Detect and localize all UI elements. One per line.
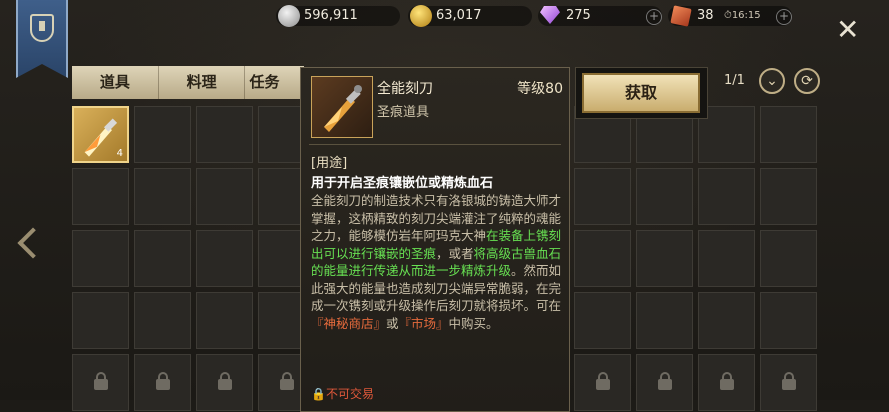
- trade-status: 🔒不可交易: [311, 387, 374, 401]
- locked-slot[interactable]: [698, 354, 755, 411]
- gold-amount: 63,017: [436, 8, 482, 23]
- inventory-slot[interactable]: [698, 292, 755, 349]
- acquire-panel: 获取: [575, 67, 708, 119]
- add-tickets-button[interactable]: +: [776, 9, 792, 25]
- inventory-slot[interactable]: [72, 292, 129, 349]
- inventory-slot[interactable]: [574, 292, 631, 349]
- locked-slot[interactable]: [196, 354, 253, 411]
- usage-header: [用途]: [311, 156, 348, 171]
- silver-coin-icon: [278, 5, 300, 27]
- market-link[interactable]: 『市场』: [399, 316, 449, 331]
- refresh-icon[interactable]: ⟳: [794, 68, 820, 94]
- acquire-button[interactable]: 获取: [582, 73, 700, 113]
- inventory-slot[interactable]: [636, 230, 693, 287]
- inventory-slot[interactable]: [698, 230, 755, 287]
- tab-cooking[interactable]: 料理: [159, 66, 246, 99]
- tab-items[interactable]: 道具: [72, 66, 159, 99]
- divider: [309, 144, 561, 145]
- close-icon[interactable]: ✕: [836, 16, 859, 44]
- silver-amount: 596,911: [304, 8, 358, 23]
- inventory-slot[interactable]: [636, 292, 693, 349]
- inventory-slot-selected[interactable]: 4: [72, 106, 129, 163]
- trade-status-label: 不可交易: [325, 387, 374, 401]
- inventory-slot[interactable]: [760, 292, 817, 349]
- inventory-slot[interactable]: [196, 168, 253, 225]
- inventory-slot[interactable]: [72, 168, 129, 225]
- inventory-slot[interactable]: [196, 106, 253, 163]
- inventory-slot[interactable]: [134, 106, 191, 163]
- inventory-slot[interactable]: [760, 106, 817, 163]
- desc-part: ，或者: [436, 245, 474, 261]
- inventory-slot[interactable]: [134, 168, 191, 225]
- inventory-slot[interactable]: [574, 230, 631, 287]
- item-icon: [311, 76, 373, 138]
- inventory-slot[interactable]: [698, 168, 755, 225]
- item-level: 等级80: [517, 81, 563, 97]
- ticket-icon: [670, 5, 692, 27]
- page-indicator: 1/1: [724, 73, 745, 88]
- item-type: 圣痕道具: [377, 105, 430, 120]
- gem-amount: 275: [566, 8, 591, 23]
- item-description: 全能刻刀的制造技术只有洛银城的铸造大师才掌握，这柄精致的刻刀尖端灌注了纯粹的魂能…: [311, 192, 563, 332]
- locked-slot[interactable]: [760, 354, 817, 411]
- desc-part: 中购买。: [448, 315, 499, 331]
- mystery-shop-link[interactable]: 『神秘商店』: [311, 316, 386, 331]
- item-name: 全能刻刀: [377, 81, 433, 97]
- ticket-timer: ⏱16:15: [724, 10, 761, 21]
- item-detail-popup: 全能刻刀 圣痕道具 等级80 [用途] 用于开启圣痕镶嵌位或精炼血石 全能刻刀的…: [300, 67, 570, 412]
- inventory-slot[interactable]: [574, 168, 631, 225]
- tab-quests[interactable]: 任务: [245, 66, 304, 99]
- inventory-slot[interactable]: [760, 168, 817, 225]
- inventory-slot[interactable]: [760, 230, 817, 287]
- inventory-slot[interactable]: [196, 230, 253, 287]
- inventory-slot[interactable]: [636, 168, 693, 225]
- usage-text: 用于开启圣痕镶嵌位或精炼血石: [311, 176, 494, 191]
- locked-slot[interactable]: [574, 354, 631, 411]
- dagger-icon: [324, 85, 362, 132]
- add-gems-button[interactable]: +: [646, 9, 662, 25]
- locked-slot[interactable]: [72, 354, 129, 411]
- chevron-down-icon[interactable]: ⌄: [759, 68, 785, 94]
- inventory-slot[interactable]: [72, 230, 129, 287]
- inventory-slot[interactable]: [134, 230, 191, 287]
- inventory-slot[interactable]: [196, 292, 253, 349]
- gold-coin-icon: [410, 5, 432, 27]
- inventory-slot[interactable]: [134, 292, 191, 349]
- shield-icon: [30, 14, 54, 42]
- ticket-timer-value: 16:15: [731, 10, 761, 21]
- category-tabs: 道具 料理 任务: [72, 66, 304, 99]
- ticket-amount: 38: [697, 8, 714, 23]
- locked-slot[interactable]: [134, 354, 191, 411]
- locked-slot[interactable]: [636, 354, 693, 411]
- item-count: 4: [116, 148, 123, 159]
- desc-part: 或: [386, 315, 399, 331]
